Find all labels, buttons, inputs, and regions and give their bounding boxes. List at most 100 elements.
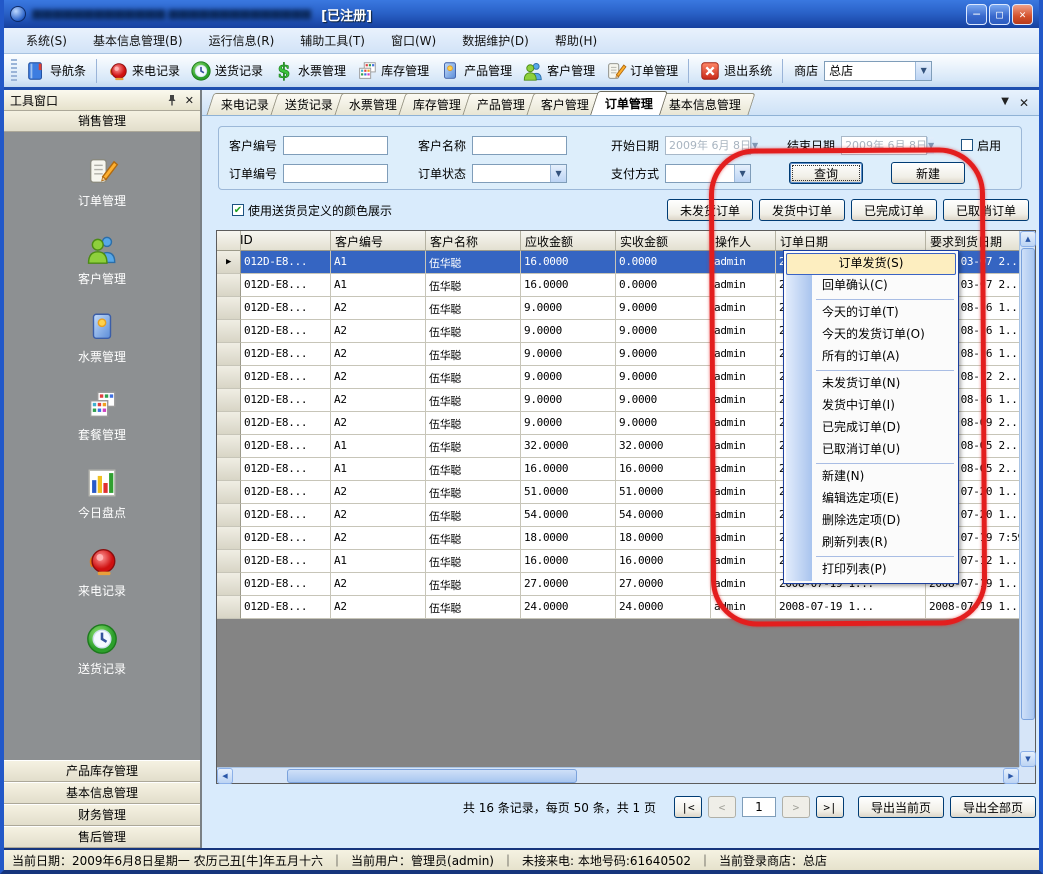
table-cell: admin (711, 366, 776, 389)
export-current-page-button[interactable]: 导出当前页 (858, 796, 944, 818)
toolbar-order-button[interactable]: 订单管理 (600, 58, 683, 84)
next-page-button[interactable]: > (782, 796, 810, 818)
sidebar-item-water-ticket[interactable]: 水票管理 (78, 310, 126, 365)
first-page-button[interactable]: |< (674, 796, 702, 818)
sidebar-section-finance[interactable]: 财务管理 (4, 804, 200, 826)
context-menu-item[interactable]: 刷新列表(R) (786, 532, 956, 554)
last-page-button[interactable]: >| (816, 796, 844, 818)
sidebar-item-combo-mgmt[interactable]: 套餐管理 (78, 388, 126, 443)
delivery-color-checkbox[interactable]: ✔ 使用送货员定义的颜色展示 (232, 202, 392, 219)
page-number-input[interactable]: 1 (742, 797, 776, 817)
maximize-button[interactable]: □ (989, 4, 1010, 25)
toolbar-customer-button[interactable]: 客户管理 (517, 58, 600, 84)
tab-dropdown-icon[interactable]: ▼ (1001, 96, 1009, 110)
sidebar-item-delivery-log[interactable]: 送货记录 (78, 622, 126, 677)
enable-checkbox[interactable]: 启用 (961, 137, 1001, 154)
sidebar-item-customer-mgmt[interactable]: 客户管理 (78, 232, 126, 287)
clock-icon (190, 60, 212, 82)
sidebar-section-sales[interactable]: 销售管理 (4, 111, 200, 132)
context-menu-item[interactable]: 打印列表(P) (786, 559, 956, 581)
context-menu-item[interactable]: 今天的发货订单(O) (786, 324, 956, 346)
scroll-left-icon[interactable]: ◀ (217, 768, 233, 784)
context-menu-item[interactable]: 订单发货(S) (786, 253, 956, 275)
chevron-down-icon[interactable]: ▼ (927, 137, 934, 154)
chevron-down-icon[interactable]: ▼ (734, 165, 750, 182)
order-no-input[interactable] (283, 164, 388, 183)
pay-method-select[interactable]: ▼ (665, 164, 751, 183)
toolbar-delivery-log-button[interactable]: 送货记录 (185, 58, 268, 84)
tab-close-icon[interactable]: ✕ (1019, 96, 1029, 110)
grid-header-order-date[interactable]: 订单日期 (776, 231, 926, 251)
sidebar-item-today-check[interactable]: 今日盘点 (78, 466, 126, 521)
context-menu-item[interactable]: 删除选定项(D) (786, 510, 956, 532)
customer-no-input[interactable] (283, 136, 388, 155)
toolbar-call-log-button[interactable]: 来电记录 (102, 58, 185, 84)
menu-window[interactable]: 窗口(W) (379, 29, 448, 52)
context-menu-item[interactable]: 今天的订单(T) (786, 302, 956, 324)
export-all-pages-button[interactable]: 导出全部页 (950, 796, 1036, 818)
toolbar-exit-button[interactable]: 退出系统 (694, 58, 777, 84)
sidebar-section-basic-info[interactable]: 基本信息管理 (4, 782, 200, 804)
tab-basic-info[interactable]: 基本信息管理 (655, 93, 756, 115)
context-menu-item[interactable]: 已取消订单(U) (786, 439, 956, 461)
pin-icon[interactable] (167, 94, 177, 106)
context-menu-item[interactable]: 所有的订单(A) (786, 346, 956, 368)
toolbar-inventory-button[interactable]: 库存管理 (351, 58, 434, 84)
grid-header-operator[interactable]: 操作人 (711, 231, 776, 251)
shipping-orders-button[interactable]: 发货中订单 (759, 199, 845, 221)
panel-close-icon[interactable]: ✕ (185, 94, 194, 107)
chevron-down-icon[interactable]: ▼ (915, 62, 931, 80)
customer-name-input[interactable] (472, 136, 567, 155)
menu-run-info[interactable]: 运行信息(R) (197, 29, 287, 52)
grid-header-customer-no[interactable]: 客户编号 (331, 231, 426, 251)
context-menu-item[interactable]: 回单确认(C) (786, 275, 956, 297)
menu-data-maintenance[interactable]: 数据维护(D) (450, 29, 541, 52)
scroll-down-icon[interactable]: ▼ (1020, 751, 1036, 767)
status-separator: ｜ (699, 852, 711, 869)
menu-aux-tools[interactable]: 辅助工具(T) (288, 29, 377, 52)
vertical-scrollbar[interactable]: ▲ ▼ (1019, 231, 1035, 767)
sidebar-item-call-log[interactable]: 来电记录 (78, 544, 126, 599)
menu-help[interactable]: 帮助(H) (543, 29, 609, 52)
toolbar-navbar-button[interactable]: 导航条 (20, 58, 91, 84)
vertical-scrollbar-thumb[interactable] (1021, 248, 1035, 720)
toolbar-product-button[interactable]: 产品管理 (434, 58, 517, 84)
horizontal-scrollbar-thumb[interactable] (287, 769, 577, 783)
sidebar-section-after-sales[interactable]: 售后管理 (4, 826, 200, 848)
horizontal-scrollbar[interactable]: ◀ ▶ (217, 767, 1019, 783)
table-row[interactable]: 012D-E8...A2伍华聪24.000024.0000admin2008-0… (217, 596, 1019, 619)
new-button[interactable]: 新建 (891, 162, 965, 184)
context-menu-item[interactable]: 新建(N) (786, 466, 956, 488)
tab-order-mgmt[interactable]: 订单管理 (590, 91, 668, 115)
cancelled-orders-button[interactable]: 已取消订单 (943, 199, 1029, 221)
close-button[interactable]: ✕ (1012, 4, 1033, 25)
grid-header-received[interactable]: 实收金额 (616, 231, 711, 251)
order-status-select[interactable]: ▼ (472, 164, 567, 183)
query-button[interactable]: 查询 (789, 162, 863, 184)
grid-header-receivable[interactable]: 应收金额 (521, 231, 616, 251)
start-date-picker[interactable]: 2009年 6月 8日 ▼ (665, 136, 751, 155)
chevron-down-icon[interactable]: ▼ (751, 137, 758, 154)
menu-system[interactable]: 系统(S) (14, 29, 79, 52)
completed-orders-button[interactable]: 已完成订单 (851, 199, 937, 221)
toolbar-water-ticket-button[interactable]: 水票管理 (268, 58, 351, 84)
context-menu-item[interactable]: 编辑选定项(E) (786, 488, 956, 510)
scroll-up-icon[interactable]: ▲ (1020, 231, 1036, 247)
grid-header-customer-name[interactable]: 客户名称 (426, 231, 521, 251)
scroll-right-icon[interactable]: ▶ (1003, 768, 1019, 784)
grid-header-id[interactable]: ID (241, 231, 331, 251)
context-menu-item[interactable]: 已完成订单(D) (786, 417, 956, 439)
sidebar-section-product-stock[interactable]: 产品库存管理 (4, 760, 200, 782)
status-missed-calls: 未接来电: 本地号码:61640502 (522, 852, 691, 869)
shop-select[interactable]: 总店 ▼ (824, 61, 932, 81)
context-menu-item[interactable]: 未发货订单(N) (786, 373, 956, 395)
menu-basic-info[interactable]: 基本信息管理(B) (81, 29, 195, 52)
unshipped-orders-button[interactable]: 未发货订单 (667, 199, 753, 221)
chevron-down-icon[interactable]: ▼ (550, 165, 566, 182)
sidebar-item-order-mgmt[interactable]: 订单管理 (78, 154, 126, 209)
grid-header-required-date[interactable]: 要求到货日期 (926, 231, 1019, 251)
minimize-button[interactable]: ─ (966, 4, 987, 25)
end-date-picker[interactable]: 2009年 6月 8日 ▼ (841, 136, 927, 155)
context-menu-item[interactable]: 发货中订单(I) (786, 395, 956, 417)
prev-page-button[interactable]: < (708, 796, 736, 818)
